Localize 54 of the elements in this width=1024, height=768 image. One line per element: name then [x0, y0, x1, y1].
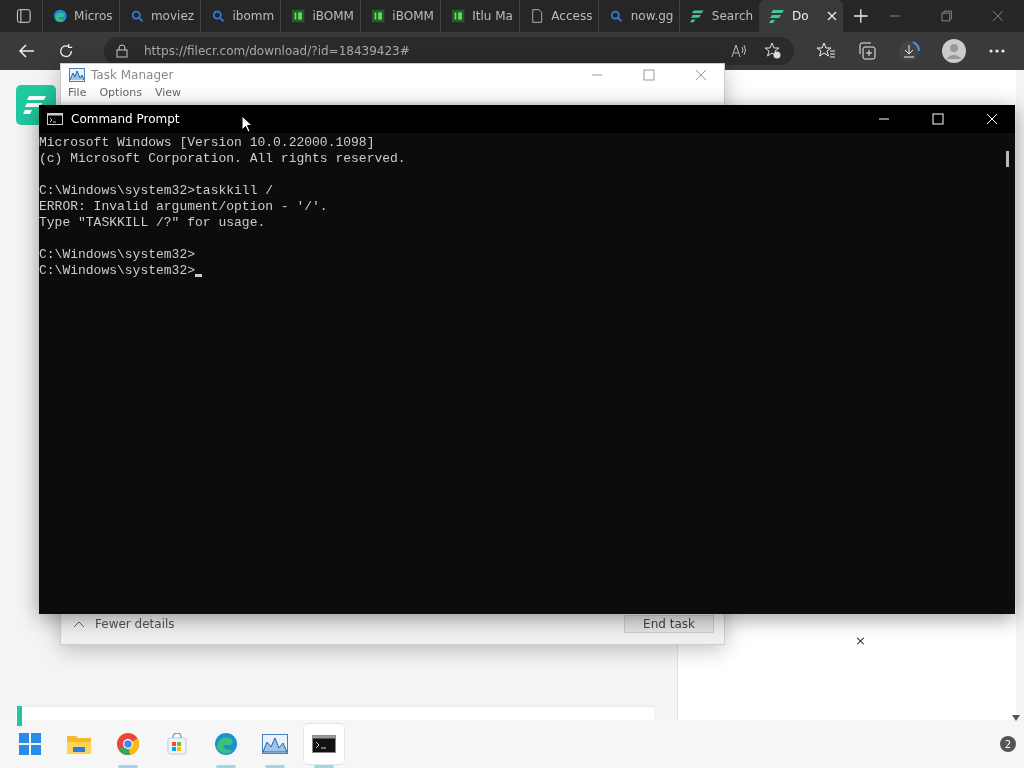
favorites-icon[interactable] — [816, 42, 836, 60]
task-manager-icon — [69, 67, 85, 82]
site-logo-icon — [769, 8, 786, 24]
console-line: Type "TASKKILL /?" for usage. — [39, 215, 266, 231]
browser-logo-icon — [214, 732, 238, 756]
task-manager-icon — [262, 734, 288, 754]
read-aloud-icon[interactable] — [730, 42, 748, 60]
store-bag-icon — [167, 733, 187, 755]
search-icon — [129, 8, 144, 24]
download-icon[interactable] — [898, 40, 920, 62]
site-logo-icon — [690, 8, 705, 24]
add-favorite-icon[interactable] — [764, 42, 782, 60]
browser-logo-icon — [116, 732, 140, 756]
menu-item[interactable]: View — [154, 86, 181, 100]
page-icon — [529, 8, 545, 24]
end-task-button[interactable]: End task — [624, 615, 714, 633]
site-logo-icon — [291, 8, 306, 24]
console-icon — [47, 113, 63, 125]
chevron-up-icon[interactable] — [73, 620, 85, 628]
window-title: Command Prompt — [71, 112, 180, 126]
text-cursor — [195, 274, 203, 277]
windows-logo-icon — [19, 733, 41, 755]
console-line: ERROR: Invalid argument/option - '/'. — [39, 199, 328, 215]
profile-avatar-icon[interactable] — [942, 39, 966, 63]
lock-icon — [116, 44, 128, 58]
accent-bar — [17, 706, 22, 726]
collections-icon[interactable] — [858, 42, 876, 60]
console-line: C:\Windows\system32>taskkill / — [39, 183, 274, 199]
window-title: Task Manager — [91, 67, 174, 82]
site-logo-icon — [371, 8, 386, 24]
search-icon — [211, 8, 226, 24]
console-line: (c) Microsoft Corporation. All rights reserved. — [39, 151, 406, 167]
fewer-details-link[interactable]: Fewer details — [95, 617, 175, 631]
console-line: C:\Windows\system32> — [39, 247, 196, 263]
new-tab-icon[interactable] — [853, 8, 869, 24]
site-logo-icon — [450, 8, 466, 24]
scrollbar-thumb[interactable] — [1006, 151, 1009, 167]
tab-actions-icon[interactable] — [16, 8, 32, 24]
folder-icon — [67, 734, 91, 754]
console-line: Microsoft Windows [Version 10.0.22000.1098] — [39, 135, 375, 151]
browser-tab[interactable]: Do — [759, 0, 844, 32]
console-line: C:\Windows\system32> — [39, 263, 196, 279]
close-icon[interactable]: × — [855, 633, 866, 648]
address-bar[interactable]: https://filecr.com/download/?id=18439423# — [104, 37, 794, 65]
console-icon — [312, 735, 336, 753]
back-icon[interactable] — [18, 42, 36, 60]
search-icon — [609, 8, 624, 24]
more-icon[interactable] — [988, 48, 1006, 54]
notification-count[interactable]: 2 — [1000, 736, 1016, 752]
restore-icon[interactable] — [940, 10, 953, 22]
refresh-icon[interactable] — [58, 43, 74, 59]
menu-item[interactable]: Options — [99, 86, 142, 100]
browser-logo-icon — [52, 8, 68, 24]
menu-item[interactable]: File — [68, 86, 87, 100]
